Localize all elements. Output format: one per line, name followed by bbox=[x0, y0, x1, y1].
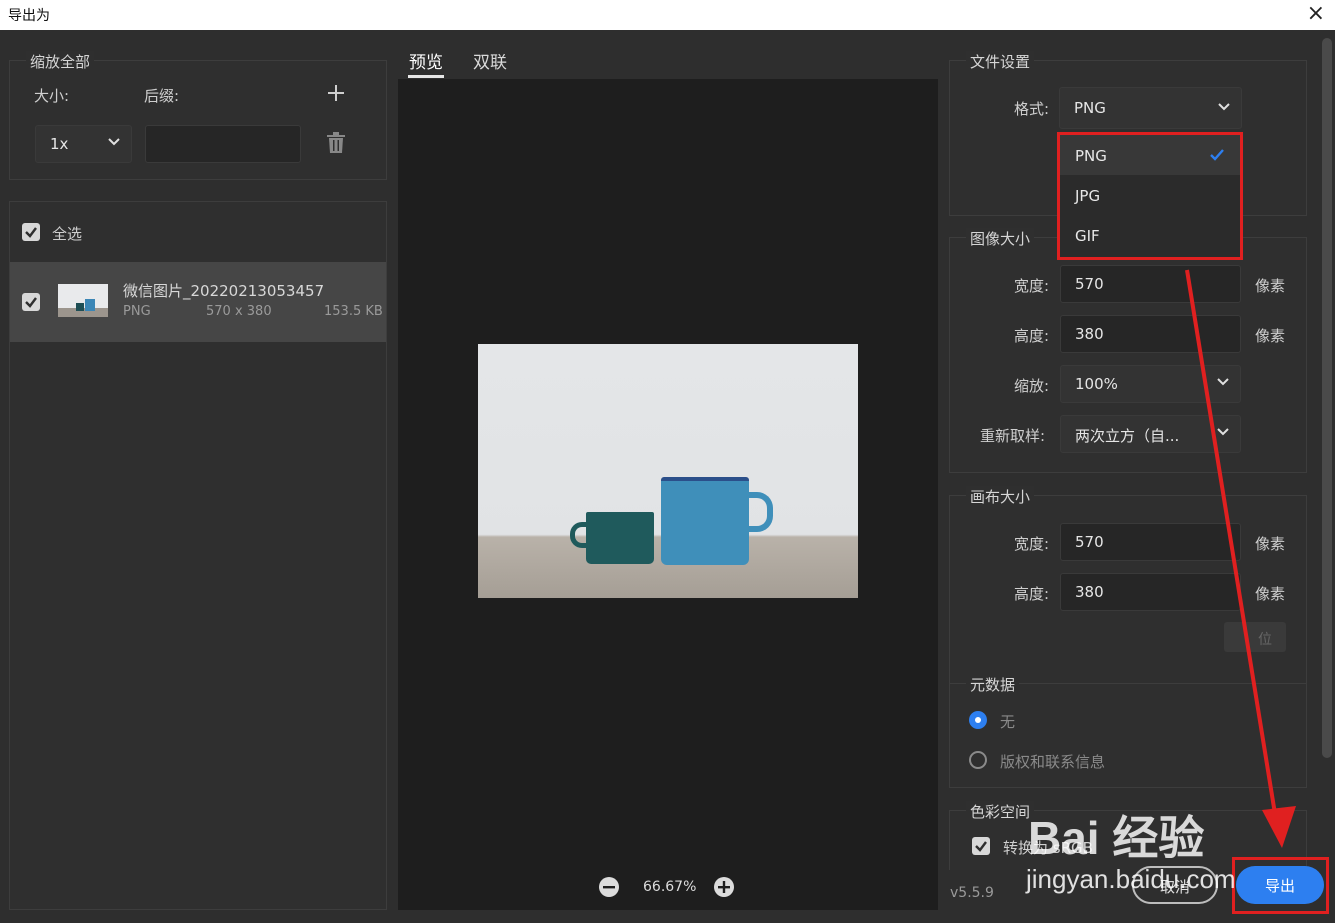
metadata-copyright-radio[interactable] bbox=[969, 751, 987, 769]
export-annotation-box bbox=[1232, 857, 1329, 914]
resample-select[interactable]: 两次立方（自... bbox=[1060, 415, 1241, 453]
asset-checkbox[interactable] bbox=[22, 293, 40, 311]
file-settings-legend: 文件设置 bbox=[966, 51, 1035, 72]
size-select[interactable]: 1x bbox=[35, 125, 132, 163]
chevron-down-icon bbox=[1218, 103, 1230, 111]
resample-label: 重新取样: bbox=[980, 427, 1046, 445]
canvas-width-unit: 像素 bbox=[1255, 535, 1286, 553]
chevron-down-icon bbox=[108, 138, 120, 146]
canvas-height-label: 高度: bbox=[1014, 585, 1050, 603]
cancel-button-label: 取消 bbox=[1159, 878, 1190, 896]
image-size-legend: 图像大小 bbox=[966, 228, 1035, 249]
plus-icon[interactable] bbox=[328, 85, 344, 101]
tab-preview-underline bbox=[408, 75, 444, 78]
window-title: 导出为 bbox=[8, 8, 50, 24]
image-width-unit: 像素 bbox=[1255, 277, 1286, 295]
metadata-legend: 元数据 bbox=[966, 674, 1020, 695]
scale-all-panel: 缩放全部 大小: 后缀: 1x bbox=[9, 51, 387, 180]
suffix-label: 后缀: bbox=[144, 87, 180, 105]
scale-select[interactable]: 100% bbox=[1060, 365, 1241, 403]
zoom-in-icon[interactable] bbox=[714, 877, 734, 897]
format-option-jpg[interactable]: JPG bbox=[1060, 177, 1240, 215]
size-label: 大小: bbox=[34, 87, 70, 105]
reset-button-label: 位 bbox=[1258, 632, 1272, 648]
trash-icon[interactable] bbox=[326, 132, 346, 154]
asset-size: 153.5 KB bbox=[324, 304, 383, 319]
image-size-panel: 图像大小 宽度: 570 像素 高度: 380 像素 缩放: 100% 重新取样… bbox=[949, 228, 1307, 473]
canvas-width-input[interactable]: 570 bbox=[1060, 523, 1241, 561]
format-option-png[interactable]: PNG bbox=[1060, 135, 1240, 175]
asset-name: 微信图片_20220213053457 bbox=[123, 282, 325, 300]
format-select-value: PNG bbox=[1074, 99, 1106, 117]
reset-button[interactable]: 位 bbox=[1224, 622, 1286, 652]
image-width-label: 宽度: bbox=[1014, 277, 1050, 295]
color-space-legend: 色彩空间 bbox=[966, 801, 1035, 822]
convert-srgb-checkbox[interactable] bbox=[972, 837, 990, 855]
convert-srgb-label: 转换为 sRGB bbox=[1003, 839, 1093, 857]
canvas-size-panel: 画布大小 宽度: 570 像素 高度: 380 像素 位 bbox=[949, 486, 1307, 687]
select-all-checkbox[interactable] bbox=[22, 223, 40, 241]
canvas-height-unit: 像素 bbox=[1255, 585, 1286, 603]
tab-preview[interactable]: 预览 bbox=[409, 48, 443, 73]
preview-image bbox=[478, 344, 858, 598]
select-all-label: 全选 bbox=[52, 225, 83, 243]
cancel-button[interactable]: 取消 bbox=[1132, 866, 1218, 904]
metadata-none-radio[interactable] bbox=[969, 711, 987, 729]
format-dropdown: PNG JPG GIF bbox=[1057, 132, 1243, 260]
metadata-panel: 元数据 无 版权和联系信息 bbox=[949, 674, 1307, 788]
suffix-input[interactable] bbox=[145, 125, 301, 163]
scale-label: 缩放: bbox=[1014, 377, 1050, 395]
format-select[interactable]: PNG bbox=[1059, 87, 1242, 129]
format-option-jpg-label: JPG bbox=[1075, 187, 1101, 205]
image-height-unit: 像素 bbox=[1255, 327, 1286, 345]
asset-thumbnail bbox=[58, 284, 108, 317]
asset-row[interactable]: 微信图片_20220213053457 PNG 570 x 380 153.5 … bbox=[10, 262, 386, 342]
chevron-down-icon bbox=[1217, 428, 1229, 436]
close-icon[interactable]: × bbox=[1307, 1, 1325, 26]
image-height-label: 高度: bbox=[1014, 327, 1050, 345]
tab-2-up[interactable]: 双联 bbox=[473, 48, 507, 73]
canvas-width-label: 宽度: bbox=[1014, 535, 1050, 553]
preview-stage bbox=[398, 79, 938, 910]
settings-scrollbar[interactable] bbox=[1322, 38, 1332, 758]
canvas-height-input[interactable]: 380 bbox=[1060, 573, 1241, 611]
metadata-copyright-label: 版权和联系信息 bbox=[1000, 753, 1106, 771]
checkmark-icon bbox=[1210, 149, 1224, 161]
version-label: v5.5.9 bbox=[950, 885, 994, 901]
size-select-value: 1x bbox=[50, 135, 69, 153]
asset-format: PNG bbox=[123, 304, 151, 319]
format-label: 格式: bbox=[1014, 100, 1050, 118]
image-width-input[interactable]: 570 bbox=[1060, 265, 1241, 303]
canvas-size-legend: 画布大小 bbox=[966, 486, 1035, 507]
format-option-gif[interactable]: GIF bbox=[1060, 217, 1240, 255]
image-height-input[interactable]: 380 bbox=[1060, 315, 1241, 353]
asset-list-panel: 全选 微信图片_20220213053457 PNG 570 x 380 153… bbox=[9, 201, 387, 910]
format-option-gif-label: GIF bbox=[1075, 227, 1100, 245]
scale-select-value: 100% bbox=[1075, 375, 1118, 393]
zoom-out-icon[interactable] bbox=[599, 877, 619, 897]
resample-select-value: 两次立方（自... bbox=[1075, 427, 1180, 445]
metadata-none-label: 无 bbox=[1000, 713, 1016, 731]
title-bar: 导出为 × bbox=[0, 0, 1335, 30]
scale-all-legend: 缩放全部 bbox=[26, 51, 95, 72]
chevron-down-icon bbox=[1217, 378, 1229, 386]
asset-dimensions: 570 x 380 bbox=[206, 304, 272, 319]
format-option-png-label: PNG bbox=[1075, 147, 1107, 165]
zoom-level: 66.67% bbox=[643, 879, 697, 895]
